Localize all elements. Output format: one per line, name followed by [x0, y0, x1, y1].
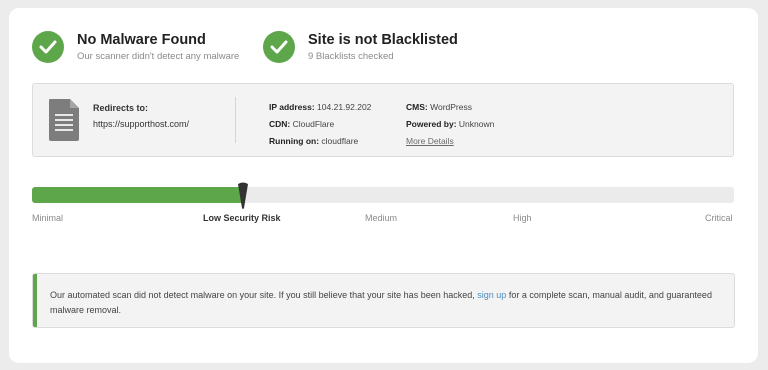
scan-results-card: No Malware Found Our scanner didn't dete…: [9, 8, 758, 363]
network-info: IP address: 104.21.92.202 CDN: CloudFlar…: [269, 99, 371, 150]
redirects-label: Redirects to:: [93, 103, 149, 113]
document-icon: [48, 98, 80, 147]
redirects-value: https://supporthost.com/: [93, 119, 190, 129]
cms-label: CMS:: [406, 102, 428, 112]
risk-label-critical: Critical: [705, 213, 733, 223]
scan-notice: Our automated scan did not detect malwar…: [32, 273, 735, 328]
risk-level-fill: [32, 187, 243, 203]
powered-by-value: Unknown: [458, 119, 495, 129]
redirects-info: Redirects to: https://supporthost.com/: [93, 103, 189, 129]
blacklist-status: Site is not Blacklisted 9 Blacklists che…: [263, 31, 458, 63]
cdn-value: CloudFlare: [292, 119, 335, 129]
malware-status: No Malware Found Our scanner didn't dete…: [32, 31, 239, 63]
notice-accent: [33, 274, 37, 327]
notice-text-before: Our automated scan did not detect malwar…: [50, 290, 475, 300]
cms-value: WordPress: [430, 102, 472, 112]
site-info-panel: Redirects to: https://supporthost.com/ I…: [32, 83, 734, 157]
running-on-label: Running on:: [269, 136, 320, 146]
risk-label-low: Low Security Risk: [203, 213, 281, 223]
check-circle-icon: [32, 31, 64, 63]
blacklist-status-title: Site is not Blacklisted: [308, 32, 458, 48]
notice-text: Our automated scan did not detect malwar…: [50, 288, 720, 318]
malware-status-title: No Malware Found: [77, 32, 206, 48]
risk-marker-icon: [237, 182, 249, 215]
risk-label-minimal: Minimal: [32, 213, 64, 223]
risk-label-medium: Medium: [365, 213, 398, 223]
ip-label: IP address:: [269, 102, 315, 112]
cdn-label: CDN:: [269, 119, 291, 129]
risk-level-bar: [32, 182, 734, 209]
check-circle-icon: [263, 31, 295, 63]
divider: [235, 97, 236, 143]
ip-value: 104.21.92.202: [317, 102, 372, 112]
more-details-link[interactable]: More Details: [406, 136, 454, 146]
powered-by-label: Powered by:: [406, 119, 457, 129]
running-on-value: cloudflare: [321, 136, 359, 146]
sign-up-link[interactable]: sign up: [477, 290, 506, 300]
software-info: CMS: WordPress Powered by: Unknown More …: [406, 99, 494, 150]
risk-label-high: High: [513, 213, 532, 223]
malware-status-subtitle: Our scanner didn't detect any malware: [77, 51, 240, 62]
blacklist-status-subtitle: 9 Blacklists checked: [308, 51, 394, 62]
